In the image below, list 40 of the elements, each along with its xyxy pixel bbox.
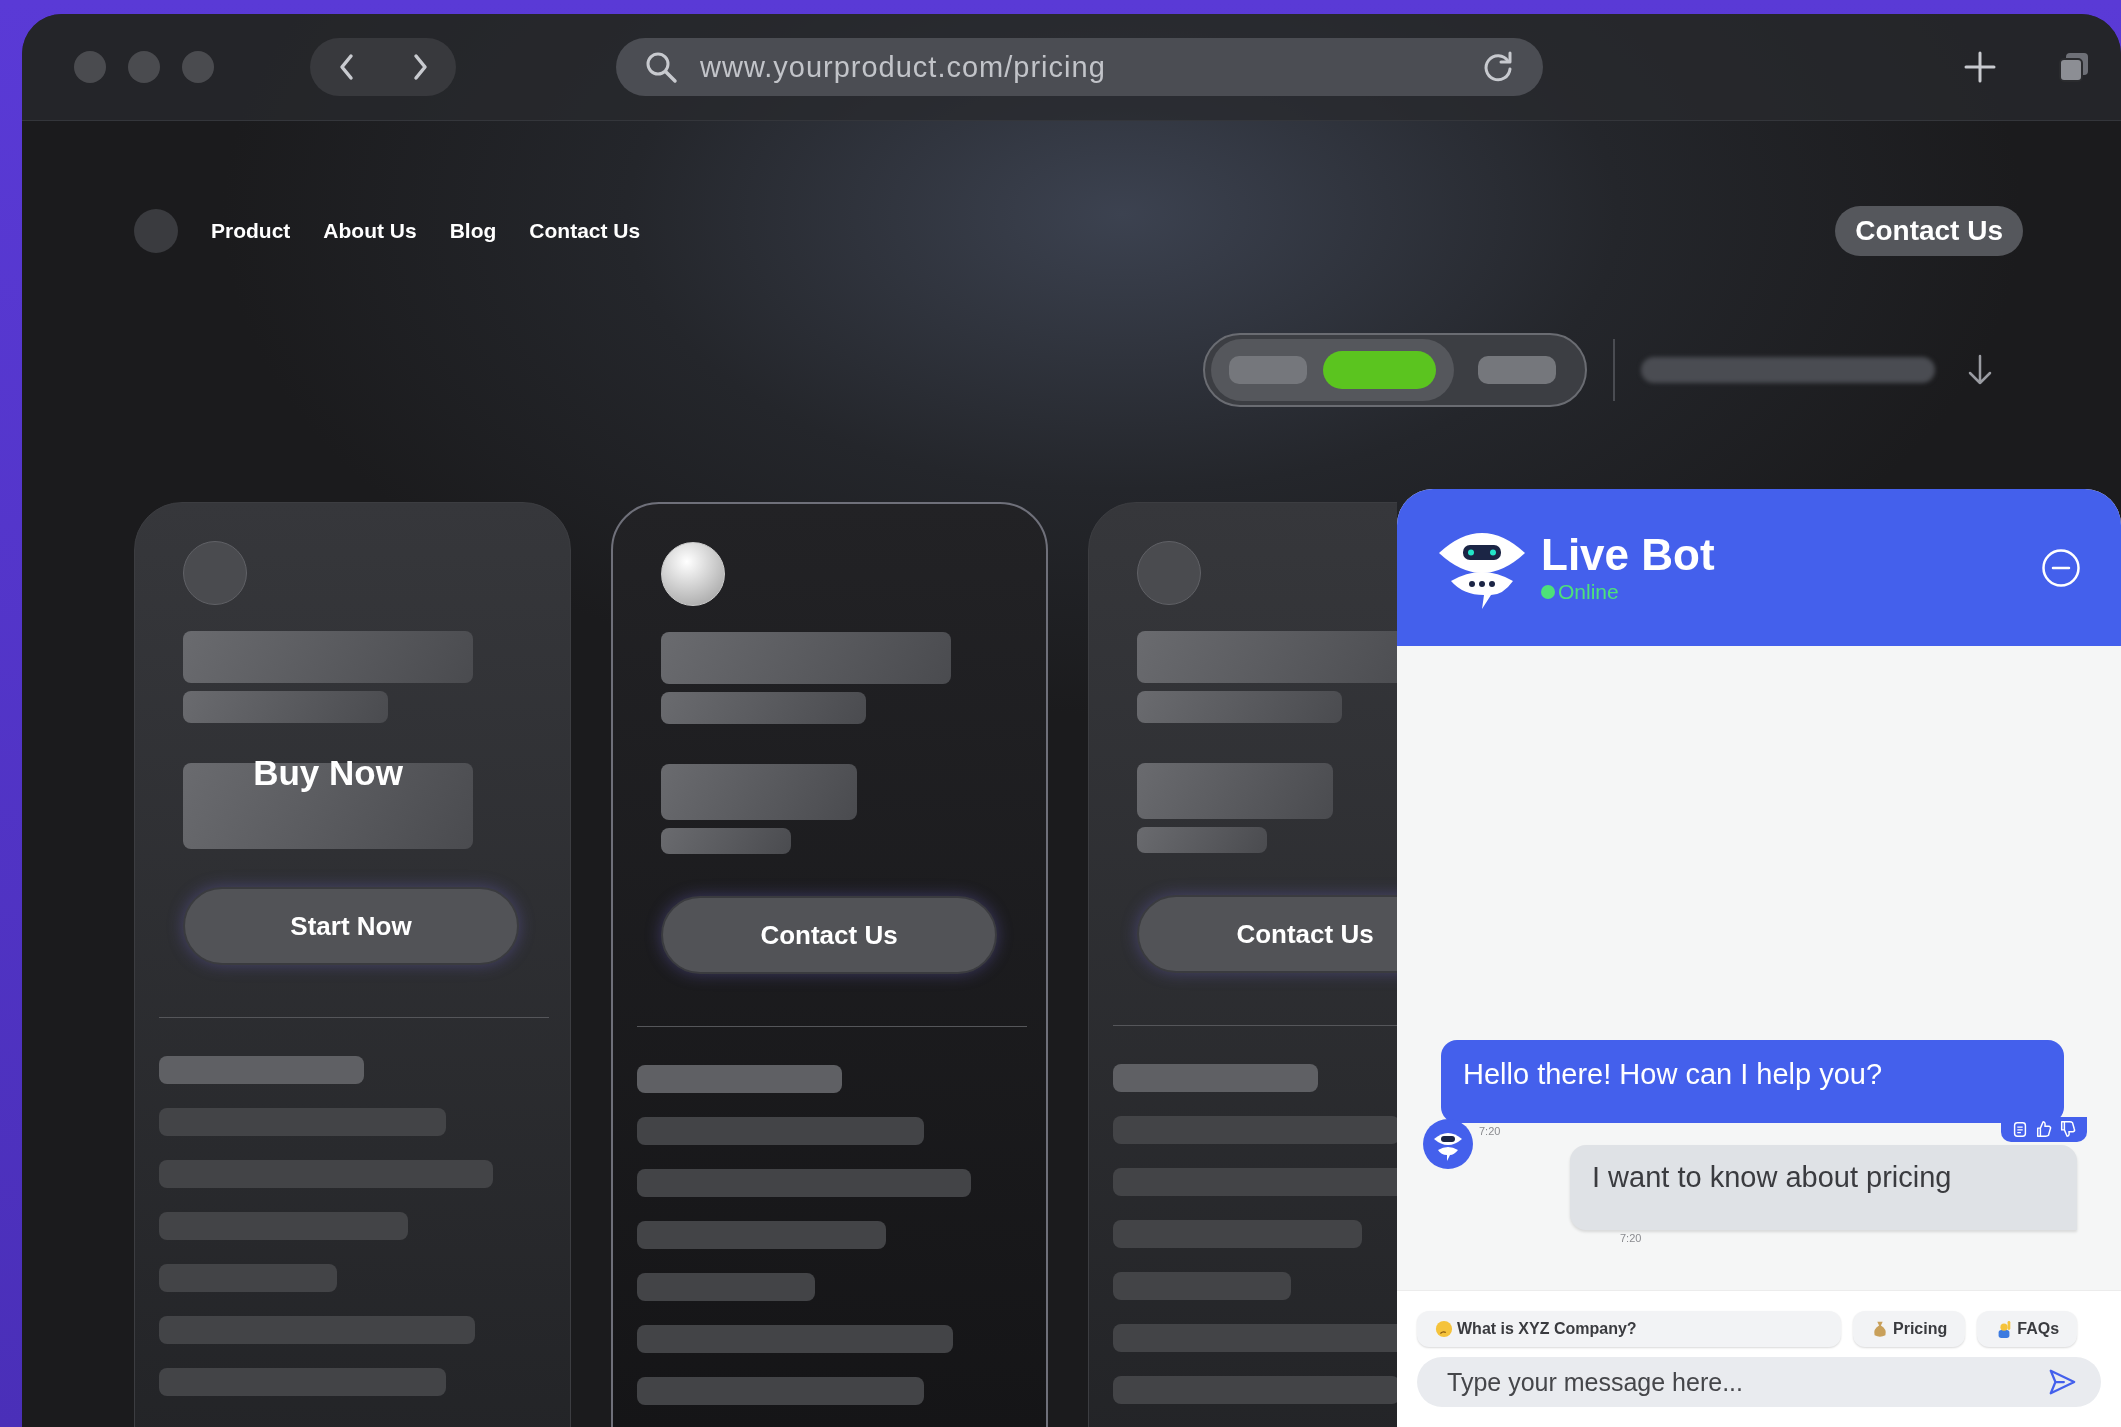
- logo-placeholder: [134, 209, 178, 253]
- plan-button[interactable]: Contact Us: [1137, 895, 1397, 973]
- online-dot: [1541, 584, 1555, 599]
- toggle-option[interactable]: [1229, 356, 1307, 384]
- thumbs-down-icon[interactable]: [2059, 1120, 2077, 1138]
- message-time: 7:20: [1620, 1232, 1642, 1244]
- thumbs-up-icon[interactable]: [2035, 1120, 2053, 1138]
- plan-button[interactable]: Start Now: [183, 887, 519, 965]
- status-text: Online: [1558, 579, 1619, 604]
- message-input[interactable]: Type your message here...: [1417, 1357, 2101, 1407]
- quick-reply-chip[interactable]: What is XYZ Company?: [1417, 1311, 1841, 1347]
- plan-button[interactable]: Contact Us: [661, 896, 997, 974]
- contact-button[interactable]: Contact Us: [1835, 206, 2023, 256]
- toggle-option[interactable]: [1478, 356, 1556, 384]
- user-message: I want to know about pricing: [1570, 1145, 2077, 1230]
- tabs-icon[interactable]: [2057, 50, 2091, 84]
- emoji-icon: [1435, 1320, 1453, 1338]
- nav-link[interactable]: Blog: [449, 219, 497, 243]
- bot-avatar-icon: [1423, 1119, 1473, 1169]
- url-text: www.yourproduct.com/pricing: [700, 50, 1106, 84]
- clipboard-icon[interactable]: [2011, 1120, 2029, 1138]
- overlay-text: Buy Now: [252, 753, 404, 793]
- address-bar[interactable]: www.yourproduct.com/pricing: [616, 38, 1543, 96]
- search-icon: [644, 50, 678, 84]
- quick-reply-chip[interactable]: Pricing: [1853, 1311, 1966, 1347]
- new-tab-icon[interactable]: [1963, 50, 1997, 84]
- nav-link[interactable]: Product: [211, 219, 291, 243]
- bot-message: Hello there! How can I help you?: [1441, 1040, 2064, 1123]
- quick-reply-chip[interactable]: FAQs: [1977, 1311, 2078, 1347]
- minimize-icon[interactable]: [2041, 547, 2081, 588]
- window-control-dot[interactable]: [74, 51, 106, 83]
- nav-link[interactable]: About Us: [323, 219, 417, 243]
- message-time: 7:20: [1479, 1125, 1501, 1137]
- send-icon[interactable]: [2047, 1367, 2077, 1397]
- window-control-dot[interactable]: [128, 51, 160, 83]
- toggle-option[interactable]: [1323, 351, 1436, 389]
- nav-link[interactable]: Contact Us: [529, 219, 641, 243]
- money-bag-icon: [1871, 1320, 1889, 1338]
- window-control-dot[interactable]: [182, 51, 214, 83]
- chat-title: Live Bot: [1541, 531, 1715, 580]
